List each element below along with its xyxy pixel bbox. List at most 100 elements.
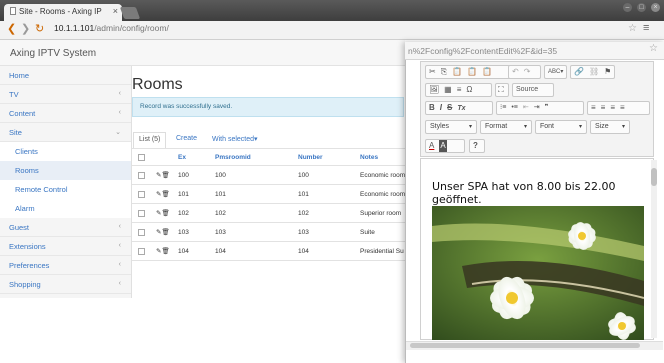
numbered-list-icon[interactable]: ⁝≡ bbox=[500, 102, 506, 114]
close-window-button[interactable]: × bbox=[651, 3, 660, 12]
undo-icon[interactable]: ↶ bbox=[512, 66, 519, 78]
sidebar-item-preferences[interactable]: Preferences ‹ bbox=[0, 256, 131, 275]
browser-tab-title: Site - Rooms - Axing IP bbox=[19, 7, 102, 16]
bookmark-star-icon[interactable]: ☆ bbox=[649, 43, 658, 54]
table-divider bbox=[132, 241, 405, 242]
sidebar-item-alarm[interactable]: Alarm bbox=[0, 199, 131, 218]
table-divider bbox=[132, 184, 405, 185]
font-dropdown[interactable]: Font ▾ bbox=[535, 120, 587, 134]
menu-icon[interactable]: ≡ bbox=[643, 22, 649, 34]
sidebar-item-site[interactable]: Site ⌄ bbox=[0, 123, 131, 142]
minimize-button[interactable]: – bbox=[623, 3, 632, 12]
column-header-pmsroomid[interactable]: Pmsroomid bbox=[215, 154, 251, 161]
maximize-button[interactable]: □ bbox=[637, 3, 646, 12]
back-icon[interactable]: ❮ bbox=[7, 22, 16, 35]
horizontal-scrollbar-thumb[interactable] bbox=[410, 343, 640, 348]
paste-icon[interactable]: 📋 bbox=[452, 66, 462, 78]
basic-styles-group: B I S Tx bbox=[425, 101, 493, 115]
vertical-scrollbar[interactable] bbox=[651, 160, 657, 338]
row-checkbox[interactable] bbox=[138, 229, 145, 236]
select-all-checkbox[interactable] bbox=[138, 154, 145, 161]
align-center-icon[interactable]: ≡ bbox=[601, 102, 606, 114]
help-button[interactable]: ? bbox=[469, 139, 485, 153]
link-icon[interactable]: 🔗 bbox=[574, 66, 584, 78]
format-label: Format bbox=[485, 123, 508, 130]
column-header-number[interactable]: Number bbox=[298, 154, 323, 161]
align-right-icon[interactable]: ≡ bbox=[610, 102, 615, 114]
sidebar-item-guest[interactable]: Guest ‹ bbox=[0, 218, 131, 237]
popup-url-field[interactable]: n%2Fconfig%2FcontentEdit%2F&id=35 bbox=[405, 42, 664, 60]
indent-icon[interactable]: ⇥ bbox=[534, 102, 540, 114]
sidebar-item-home[interactable]: Home bbox=[0, 66, 131, 85]
bookmark-star-icon[interactable]: ☆ bbox=[628, 23, 637, 34]
format-dropdown[interactable]: Format ▾ bbox=[480, 120, 532, 134]
row-checkbox[interactable] bbox=[138, 172, 145, 179]
browser-tab[interactable]: Site - Rooms - Axing IP × bbox=[4, 4, 122, 21]
outdent-icon[interactable]: ⇤ bbox=[523, 102, 529, 114]
spellcheck-button[interactable]: ABC▾ bbox=[544, 65, 567, 79]
sidebar-item-remote-control[interactable]: Remote Control bbox=[0, 180, 131, 199]
sidebar-item-content[interactable]: Content ‹ bbox=[0, 104, 131, 123]
url-field[interactable]: 10.1.1.101/admin/config/room/ bbox=[54, 23, 169, 33]
blockquote-icon[interactable]: ❞ bbox=[545, 102, 549, 114]
tab-list[interactable]: List (5) bbox=[133, 132, 167, 148]
row-checkbox[interactable] bbox=[138, 210, 145, 217]
redo-icon[interactable]: ↷ bbox=[524, 66, 531, 78]
paste-word-icon[interactable]: 📋 bbox=[482, 66, 492, 78]
bg-color-button[interactable]: A bbox=[439, 140, 447, 152]
column-header-notes[interactable]: Notes bbox=[360, 154, 378, 161]
tab-create[interactable]: Create bbox=[176, 135, 197, 142]
editor-paragraph[interactable]: Unser SPA hat von 8.00 bis 22.00 geöffne… bbox=[432, 180, 664, 206]
table-divider bbox=[132, 165, 405, 166]
row-checkbox[interactable] bbox=[138, 191, 145, 198]
italic-button[interactable]: I bbox=[440, 102, 442, 114]
chevron-left-icon: ‹ bbox=[118, 109, 121, 116]
cell-notes: Superior room bbox=[360, 210, 402, 217]
sidebar-item-shopping[interactable]: Shopping ‹ bbox=[0, 275, 131, 294]
row-actions[interactable]: ✎🗑 bbox=[156, 209, 170, 217]
with-selected-dropdown[interactable]: With selected▾ bbox=[212, 135, 258, 143]
spa-flower-image[interactable] bbox=[432, 206, 644, 340]
anchor-flag-icon[interactable]: ⚑ bbox=[604, 66, 611, 78]
paste-text-icon[interactable]: 📋 bbox=[467, 66, 477, 78]
dropdown-arrow-icon: ▾ bbox=[468, 124, 472, 130]
sidebar-item-extensions[interactable]: Extensions ‹ bbox=[0, 237, 131, 256]
bullet-list-icon[interactable]: •≡ bbox=[511, 102, 518, 114]
row-actions[interactable]: ✎🗑 bbox=[156, 190, 170, 198]
sidebar-item-rooms[interactable]: Rooms bbox=[0, 161, 131, 180]
sidebar-item-clients[interactable]: Clients bbox=[0, 142, 131, 161]
align-left-icon[interactable]: ≡ bbox=[591, 102, 596, 114]
unlink-icon[interactable]: ⛓ bbox=[589, 66, 599, 78]
source-button[interactable]: Source bbox=[512, 83, 554, 97]
remove-format-button[interactable]: Tx bbox=[457, 103, 465, 115]
row-actions[interactable]: ✎🗑 bbox=[156, 171, 170, 179]
align-justify-icon[interactable]: ≡ bbox=[620, 102, 625, 114]
forward-icon[interactable]: ❯ bbox=[21, 22, 30, 35]
text-color-button[interactable]: A bbox=[429, 140, 434, 152]
horizontal-rule-icon[interactable]: ≡ bbox=[457, 84, 462, 96]
row-actions[interactable]: ✎🗑 bbox=[156, 228, 170, 236]
tab-close-icon[interactable]: × bbox=[113, 6, 118, 16]
column-header-ex[interactable]: Ex bbox=[178, 154, 186, 161]
reload-icon[interactable]: ↻ bbox=[35, 22, 44, 35]
sidebar-item-label: Guest bbox=[9, 223, 30, 232]
dropdown-arrow-icon: ▾ bbox=[523, 124, 527, 130]
url-host: 10.1.1.101 bbox=[54, 23, 95, 33]
row-actions[interactable]: ✎🗑 bbox=[156, 247, 170, 255]
styles-dropdown[interactable]: Styles ▾ bbox=[425, 120, 477, 134]
bold-button[interactable]: B bbox=[429, 102, 435, 114]
special-char-icon[interactable]: Ω bbox=[466, 84, 472, 96]
table-divider bbox=[132, 203, 405, 204]
copy-icon[interactable]: ⎘ bbox=[441, 66, 447, 78]
cut-icon[interactable]: ✂ bbox=[429, 66, 436, 78]
maximize-icon[interactable]: ⛶ bbox=[495, 83, 509, 97]
table-icon[interactable]: ▦ bbox=[444, 84, 452, 96]
vertical-scrollbar-thumb[interactable] bbox=[651, 168, 657, 186]
sidebar-item-label: Extensions bbox=[9, 242, 46, 251]
strike-button[interactable]: S bbox=[447, 102, 452, 114]
sidebar-item-tv[interactable]: TV ‹ bbox=[0, 85, 131, 104]
size-dropdown[interactable]: Size ▾ bbox=[590, 120, 630, 134]
row-checkbox[interactable] bbox=[138, 248, 145, 255]
image-icon[interactable]: 🖼 bbox=[429, 84, 439, 96]
cell-notes: Economic room bbox=[360, 191, 405, 198]
